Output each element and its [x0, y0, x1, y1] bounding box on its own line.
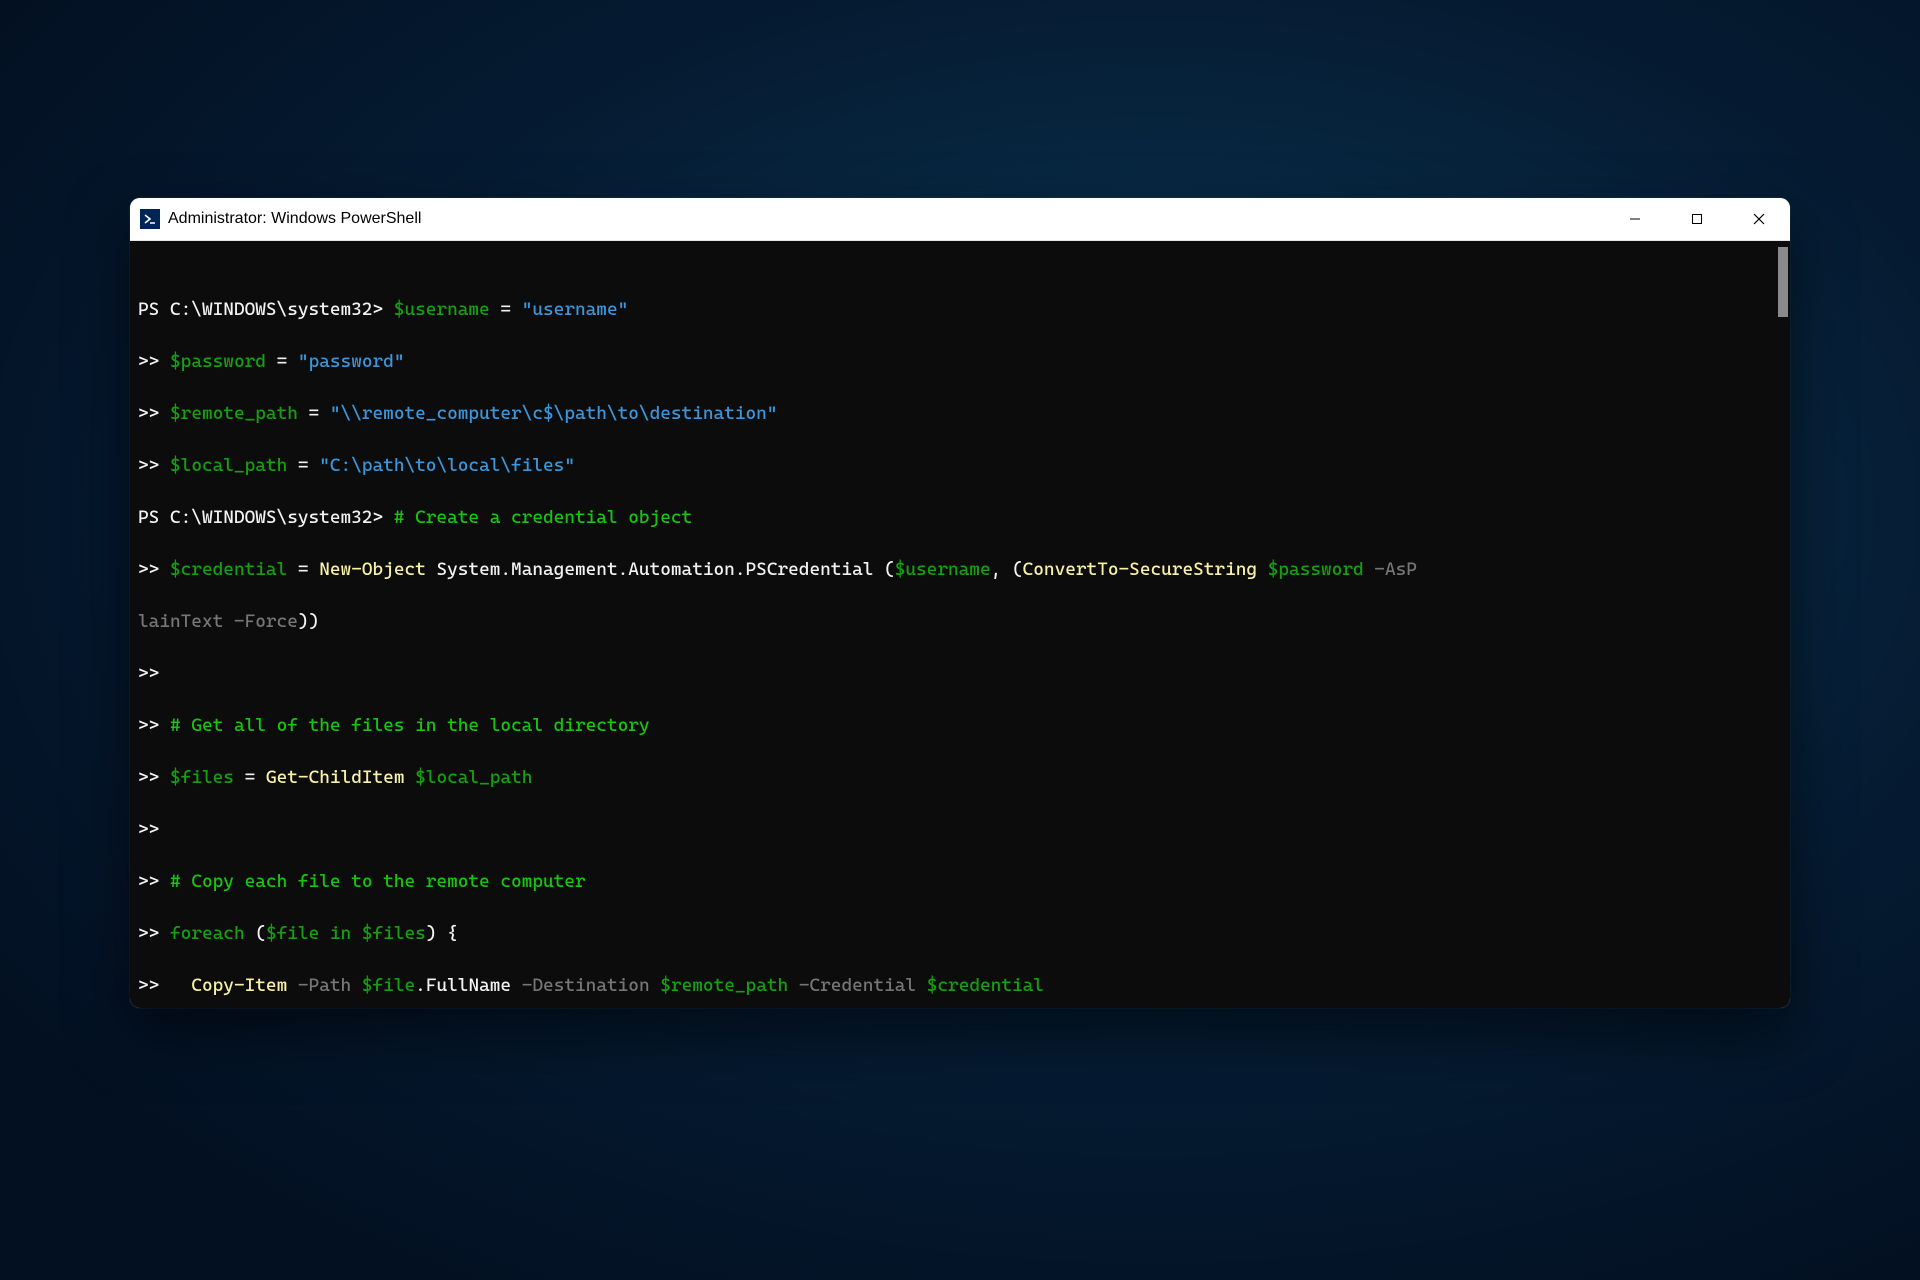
- minimize-button[interactable]: [1604, 198, 1666, 240]
- terminal-line: >> $remote_path = "\\remote_computer\c$\…: [138, 401, 1782, 427]
- powershell-window: Administrator: Windows PowerShell PS C:\…: [130, 198, 1790, 1008]
- close-button[interactable]: [1728, 198, 1790, 240]
- terminal-line: >> $local_path = "C:\path\to\local\files…: [138, 453, 1782, 479]
- terminal-line: >> # Get all of the files in the local d…: [138, 713, 1782, 739]
- titlebar[interactable]: Administrator: Windows PowerShell: [130, 198, 1790, 241]
- window-controls: [1604, 198, 1790, 240]
- terminal-line: >> $files = Get-ChildItem $local_path: [138, 765, 1782, 791]
- terminal-line: >> foreach ($file in $files) {: [138, 921, 1782, 947]
- close-icon: [1753, 213, 1765, 225]
- terminal-line: PS C:\WINDOWS\system32> $username = "use…: [138, 297, 1782, 323]
- powershell-icon: [140, 209, 160, 229]
- terminal-line: >>: [138, 817, 1782, 843]
- terminal-line: >> # Copy each file to the remote comput…: [138, 869, 1782, 895]
- terminal-line: >> $credential = New-Object System.Manag…: [138, 557, 1782, 583]
- terminal-line: >> $password = "password": [138, 349, 1782, 375]
- terminal-line: lainText -Force)): [138, 609, 1782, 635]
- window-title: Administrator: Windows PowerShell: [168, 210, 421, 228]
- scrollbar-thumb[interactable]: [1778, 247, 1788, 317]
- maximize-button[interactable]: [1666, 198, 1728, 240]
- minimize-icon: [1629, 213, 1641, 225]
- terminal-output[interactable]: PS C:\WINDOWS\system32> $username = "use…: [130, 241, 1790, 1008]
- maximize-icon: [1691, 213, 1703, 225]
- terminal-line: >>: [138, 661, 1782, 687]
- terminal-line: >> Copy-Item -Path $file.FullName -Desti…: [138, 973, 1782, 999]
- terminal-line: PS C:\WINDOWS\system32> # Create a crede…: [138, 505, 1782, 531]
